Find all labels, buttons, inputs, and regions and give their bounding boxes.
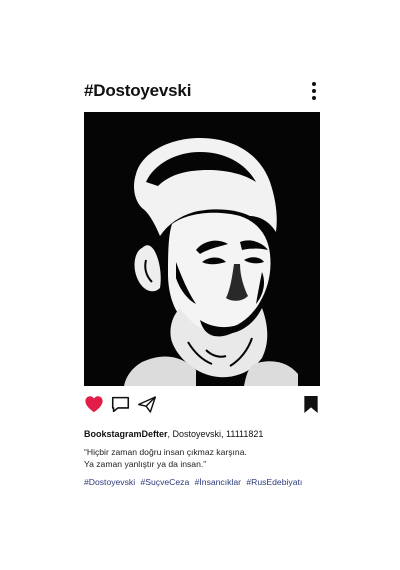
hashtag[interactable]: #İnsancıklar	[195, 477, 241, 487]
more-vertical-icon[interactable]	[310, 82, 318, 100]
username[interactable]: BookstagramDefter	[84, 429, 168, 439]
send-icon[interactable]	[137, 395, 157, 414]
post-image[interactable]	[84, 112, 320, 386]
hashtags: #Dostoyevski #SuçveCeza #İnsancıklar #Ru…	[84, 476, 334, 488]
hashtag[interactable]: #SuçveCeza	[141, 477, 190, 487]
caption-line: Ya zaman yanlıştır ya da insan.”	[84, 459, 207, 469]
post-meta: BookstagramDefter, Dostoyevski, 11111821	[84, 428, 324, 440]
comment-icon[interactable]	[110, 395, 131, 414]
hashtag[interactable]: #Dostoyevski	[84, 477, 135, 487]
hashtag[interactable]: #RusEdebiyatı	[246, 477, 302, 487]
more-dot	[312, 89, 316, 93]
post-caption: “Hiçbir zaman doğru insan çıkmaz karşına…	[84, 446, 324, 470]
more-dot	[312, 82, 316, 86]
post-card: #Dostoyevski BookstagramDefter, Dostoyev…	[0, 0, 400, 570]
bookmark-icon[interactable]	[303, 395, 319, 414]
post-actions	[84, 395, 320, 417]
caption-info: , Dostoyevski, 11111821	[167, 429, 264, 439]
heart-icon[interactable]	[84, 395, 104, 413]
post-header: #Dostoyevski	[84, 78, 320, 104]
more-dot	[312, 96, 316, 100]
post-title: #Dostoyevski	[84, 81, 192, 100]
caption-line: “Hiçbir zaman doğru insan çıkmaz karşına…	[84, 447, 247, 457]
portrait-illustration	[84, 112, 320, 386]
